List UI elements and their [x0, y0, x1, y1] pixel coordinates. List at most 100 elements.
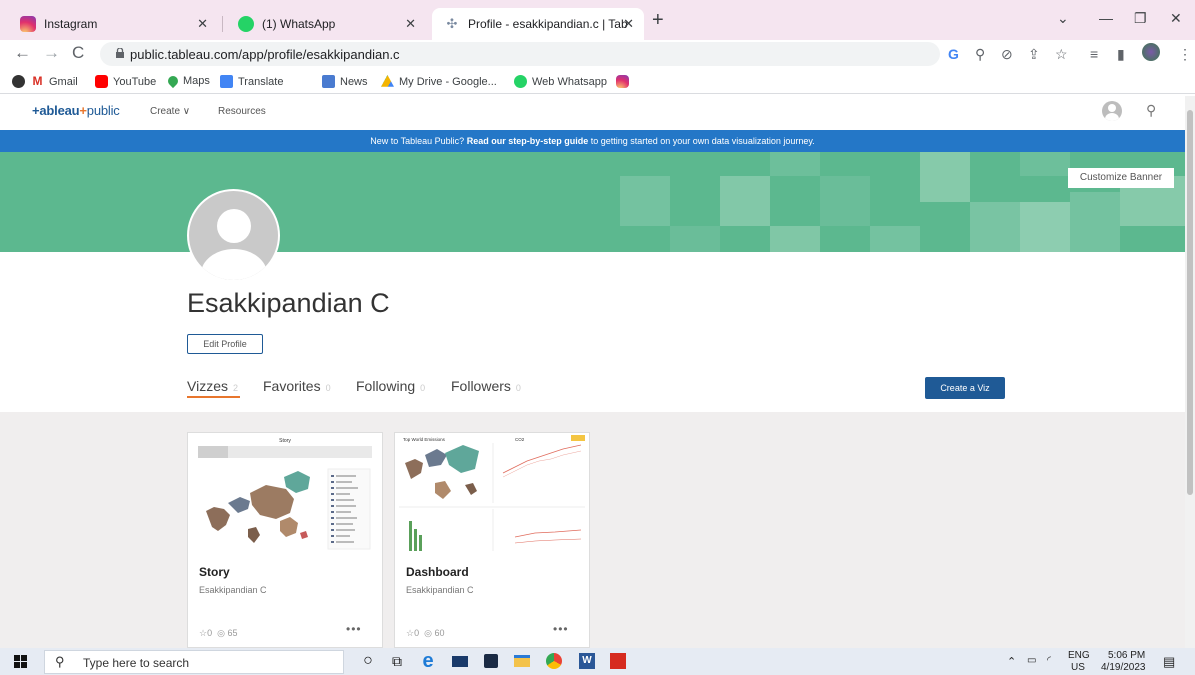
- whatsapp-icon: [238, 16, 254, 32]
- windows-start-icon[interactable]: [14, 655, 27, 668]
- instagram-icon: [20, 16, 36, 32]
- getting-started-banner: New to Tableau Public? Read our step-by-…: [0, 130, 1185, 152]
- instagram-icon: [616, 75, 629, 88]
- zoom-icon[interactable]: ⚲: [975, 46, 985, 63]
- notification-icon[interactable]: ▤: [1163, 654, 1175, 670]
- profile-cover-banner: Customize Banner: [0, 152, 1185, 252]
- minimize-button[interactable]: —: [1099, 10, 1113, 26]
- bookmark-web-store[interactable]: [12, 75, 30, 88]
- taskbar-search-input[interactable]: ⚲ Type here to search: [44, 650, 344, 674]
- chrome-icon[interactable]: [544, 651, 564, 671]
- viz-card-story[interactable]: Story Story Esakkipandian C ☆0 ◎ 65 •••: [187, 432, 383, 648]
- viz-gallery: Story Story Esakkipandian C ☆0 ◎ 65 •••: [0, 412, 1185, 648]
- acrobat-icon[interactable]: [608, 651, 628, 671]
- side-panel-icon[interactable]: ▮: [1117, 46, 1125, 63]
- bookmarks-bar: M Gmail YouTube Maps Translate News My D…: [0, 70, 1195, 94]
- clock-time[interactable]: 5:06 PM: [1108, 650, 1145, 661]
- bookmark-instagram[interactable]: [616, 75, 634, 88]
- tab-followers[interactable]: Followers 0: [451, 378, 521, 394]
- file-explorer-icon[interactable]: [512, 651, 532, 671]
- lock-icon[interactable]: [116, 48, 124, 58]
- battery-icon[interactable]: ▭: [1027, 655, 1036, 666]
- bookmark-star-icon[interactable]: ☆: [1055, 46, 1068, 63]
- viz-author[interactable]: Esakkipandian C: [406, 585, 474, 595]
- wifi-icon[interactable]: ◜: [1047, 655, 1051, 666]
- search-icon[interactable]: ⚲: [1146, 102, 1156, 119]
- menu-dots-icon[interactable]: ⋮: [1178, 46, 1192, 63]
- edge-icon[interactable]: e: [418, 650, 438, 672]
- viz-author[interactable]: Esakkipandian C: [199, 585, 267, 595]
- mail-icon[interactable]: [450, 651, 470, 671]
- url-input[interactable]: public.tableau.com/app/profile/esakkipan…: [100, 42, 940, 66]
- page-scrollbar[interactable]: [1185, 96, 1195, 648]
- viz-title[interactable]: Dashboard: [406, 565, 469, 579]
- profile-name: Esakkipandian C: [187, 288, 390, 318]
- star-icon[interactable]: ☆: [199, 628, 207, 638]
- viz-stats: ☆0 ◎ 65: [199, 628, 238, 638]
- viz-title[interactable]: Story: [199, 565, 230, 579]
- youtube-icon: [95, 75, 108, 88]
- bookmark-maps[interactable]: Maps: [165, 73, 210, 89]
- bookmark-news[interactable]: News: [322, 75, 368, 88]
- close-icon[interactable]: ✕: [197, 16, 208, 32]
- site-header: +ableau+public Create ∨ Resources ⚲: [0, 96, 1185, 127]
- nav-create-menu[interactable]: Create ∨: [150, 106, 190, 117]
- windows-taskbar: ⚲ Type here to search ○ ⧉ e W ⌃ ▭ ◜ ENG …: [0, 648, 1195, 675]
- create-viz-button[interactable]: Create a Viz: [925, 377, 1005, 399]
- language-indicator[interactable]: ENG: [1068, 650, 1090, 661]
- more-options-button[interactable]: •••: [346, 622, 362, 636]
- search-icon: ⚲: [55, 654, 65, 669]
- customize-banner-button[interactable]: Customize Banner: [1068, 168, 1174, 188]
- share-icon[interactable]: ⇪: [1028, 46, 1040, 63]
- tab-following[interactable]: Following 0: [356, 378, 425, 394]
- close-icon[interactable]: ✕: [405, 16, 416, 32]
- user-account-icon[interactable]: [1102, 101, 1122, 121]
- clock-date[interactable]: 4/19/2023: [1101, 662, 1146, 673]
- reading-list-icon[interactable]: ≡: [1090, 46, 1098, 62]
- task-view-icon[interactable]: ⧉: [387, 651, 407, 671]
- tab-instagram[interactable]: Instagram ✕: [8, 8, 218, 40]
- restore-button[interactable]: ❐: [1134, 10, 1147, 27]
- star-icon[interactable]: ☆: [406, 628, 414, 638]
- viz-card-dashboard[interactable]: Top World Emissions CO2 Dashboard Esakki…: [394, 432, 590, 648]
- google-translate-icon[interactable]: G: [948, 46, 959, 62]
- news-icon: [322, 75, 335, 88]
- new-tab-button[interactable]: +: [652, 10, 664, 30]
- viz-thumbnail[interactable]: Top World Emissions CO2: [395, 433, 589, 553]
- tab-tableau-profile[interactable]: ✣ Profile - esakkipandian.c | Tablea ✕: [432, 8, 644, 40]
- more-options-button[interactable]: •••: [553, 622, 569, 636]
- profile-avatar[interactable]: [1142, 43, 1160, 61]
- tab-whatsapp[interactable]: (1) WhatsApp ✕: [226, 8, 426, 40]
- close-window-button[interactable]: ✕: [1170, 10, 1182, 27]
- tab-favorites[interactable]: Favorites 0: [263, 378, 331, 394]
- close-icon[interactable]: ✕: [623, 16, 634, 32]
- bookmark-web-whatsapp[interactable]: Web Whatsapp: [514, 75, 607, 88]
- reload-icon[interactable]: C: [72, 44, 84, 62]
- bookmark-gmail[interactable]: M Gmail: [31, 75, 78, 88]
- edit-profile-button[interactable]: Edit Profile: [187, 334, 263, 354]
- tableau-public-logo[interactable]: +ableau+public: [32, 103, 120, 118]
- thumbnail-title: Story: [279, 438, 291, 444]
- tab-search-icon[interactable]: ⌄: [1057, 10, 1069, 27]
- word-icon[interactable]: W: [577, 651, 597, 671]
- eye-off-icon[interactable]: ⊘: [1001, 46, 1013, 63]
- browser-tab-strip: Instagram ✕ (1) WhatsApp ✕ ✣ Profile - e…: [0, 0, 1195, 40]
- tableau-icon: ✣: [446, 16, 458, 31]
- scrollbar-thumb[interactable]: [1187, 110, 1193, 495]
- forward-icon[interactable]: →: [43, 44, 60, 62]
- thumbnail-title: Top World Emissions: [403, 437, 446, 442]
- cortana-icon[interactable]: ○: [358, 651, 378, 671]
- views-eye-icon: ◎: [217, 628, 225, 638]
- tab-vizzes[interactable]: Vizzes 2: [187, 378, 238, 394]
- back-icon[interactable]: ←: [14, 44, 31, 62]
- drive-icon: [381, 75, 394, 87]
- bookmark-drive[interactable]: My Drive - Google...: [381, 75, 497, 88]
- viz-thumbnail[interactable]: Story: [188, 433, 382, 553]
- bookmark-translate[interactable]: Translate: [220, 75, 283, 88]
- svg-text:CO2: CO2: [515, 437, 525, 442]
- nav-resources-link[interactable]: Resources: [218, 106, 266, 117]
- step-by-step-guide-link[interactable]: Read our step-by-step guide: [467, 136, 589, 146]
- chevron-up-icon[interactable]: ⌃: [1007, 655, 1016, 668]
- store-icon[interactable]: [481, 651, 501, 671]
- bookmark-youtube[interactable]: YouTube: [95, 75, 156, 88]
